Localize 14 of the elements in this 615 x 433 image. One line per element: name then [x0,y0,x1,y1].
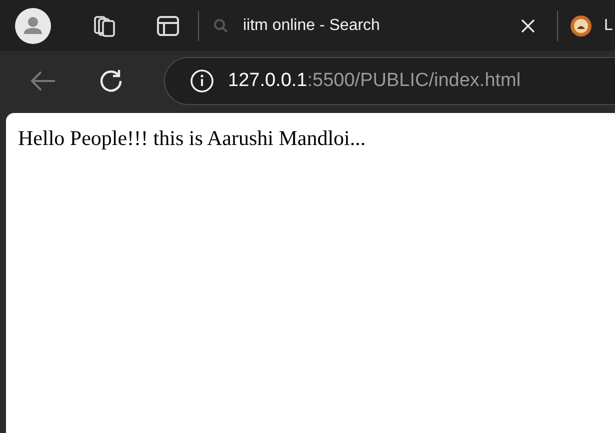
browser-tab[interactable]: L [570,14,613,36]
address-bar[interactable]: 127.0.0.1:5500/PUBLIC/index.html [164,57,615,105]
emblem-icon [570,14,592,36]
profile-avatar-icon[interactable] [15,8,51,44]
page-text: Hello People!!! this is Aarushi Mandloi... [18,126,367,151]
tab-title: iitm online - Search [243,16,380,34]
url-text: 127.0.0.1:5500/PUBLIC/index.html [228,70,521,92]
sidebar-panel-icon[interactable] [156,14,180,38]
browser-tab[interactable]: iitm online - Search [199,16,539,34]
info-icon [190,69,214,93]
tab-title: L [604,16,613,34]
search-icon [213,18,229,34]
reload-icon[interactable] [98,68,124,94]
close-icon[interactable] [521,18,535,32]
